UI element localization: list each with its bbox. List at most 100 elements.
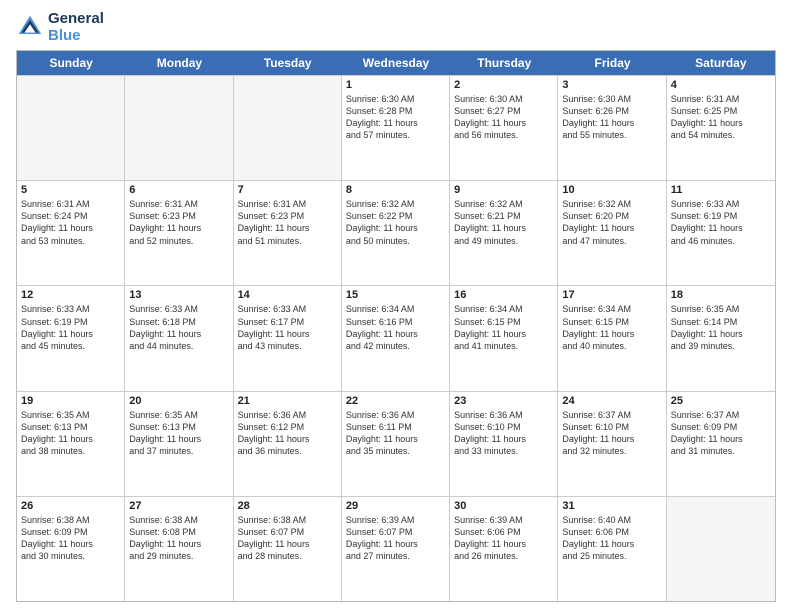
cal-cell bbox=[667, 497, 775, 601]
day-info: Sunrise: 6:35 AM Sunset: 6:13 PM Dayligh… bbox=[21, 409, 120, 458]
day-number: 12 bbox=[21, 289, 120, 301]
logo-icon bbox=[16, 13, 44, 41]
header-day-monday: Monday bbox=[125, 51, 233, 75]
cal-cell: 21 Sunrise: 6:36 AM Sunset: 6:12 PM Dayli… bbox=[234, 392, 342, 496]
calendar-body: 1 Sunrise: 6:30 AM Sunset: 6:28 PM Daylig… bbox=[17, 75, 775, 601]
cal-cell: 24 Sunrise: 6:37 AM Sunset: 6:10 PM Dayli… bbox=[558, 392, 666, 496]
cal-cell: 25 Sunrise: 6:37 AM Sunset: 6:09 PM Dayli… bbox=[667, 392, 775, 496]
day-number: 29 bbox=[346, 500, 445, 512]
day-number: 21 bbox=[238, 395, 337, 407]
day-number: 7 bbox=[238, 184, 337, 196]
cal-cell: 28 Sunrise: 6:38 AM Sunset: 6:07 PM Dayli… bbox=[234, 497, 342, 601]
cal-cell: 31 Sunrise: 6:40 AM Sunset: 6:06 PM Dayli… bbox=[558, 497, 666, 601]
day-info: Sunrise: 6:31 AM Sunset: 6:25 PM Dayligh… bbox=[671, 93, 771, 142]
logo: General Blue bbox=[16, 10, 104, 44]
day-number: 5 bbox=[21, 184, 120, 196]
cal-cell: 5 Sunrise: 6:31 AM Sunset: 6:24 PM Daylig… bbox=[17, 181, 125, 285]
cal-cell: 27Sunrise: 6:38 AM Sunset: 6:08 PM Dayli… bbox=[125, 497, 233, 601]
day-number: 13 bbox=[129, 289, 228, 301]
day-info: Sunrise: 6:31 AM Sunset: 6:23 PM Dayligh… bbox=[238, 198, 337, 247]
day-number: 25 bbox=[671, 395, 771, 407]
cal-cell: 15Sunrise: 6:34 AM Sunset: 6:16 PM Dayli… bbox=[342, 286, 450, 390]
day-info: Sunrise: 6:31 AM Sunset: 6:24 PM Dayligh… bbox=[21, 198, 120, 247]
day-info: Sunrise: 6:38 AM Sunset: 6:09 PM Dayligh… bbox=[21, 514, 120, 563]
cal-cell: 1 Sunrise: 6:30 AM Sunset: 6:28 PM Daylig… bbox=[342, 76, 450, 180]
header-day-friday: Friday bbox=[558, 51, 666, 75]
cal-cell: 30 Sunrise: 6:39 AM Sunset: 6:06 PM Dayli… bbox=[450, 497, 558, 601]
cal-cell: 20Sunrise: 6:35 AM Sunset: 6:13 PM Dayli… bbox=[125, 392, 233, 496]
day-number: 15 bbox=[346, 289, 445, 301]
cal-cell: 10 Sunrise: 6:32 AM Sunset: 6:20 PM Dayli… bbox=[558, 181, 666, 285]
day-info: Sunrise: 6:39 AM Sunset: 6:07 PM Dayligh… bbox=[346, 514, 445, 563]
day-number: 6 bbox=[129, 184, 228, 196]
day-number: 9 bbox=[454, 184, 553, 196]
cal-cell: 18 Sunrise: 6:35 AM Sunset: 6:14 PM Dayli… bbox=[667, 286, 775, 390]
day-info: Sunrise: 6:36 AM Sunset: 6:12 PM Dayligh… bbox=[238, 409, 337, 458]
header-day-sunday: Sunday bbox=[17, 51, 125, 75]
day-number: 2 bbox=[454, 79, 553, 91]
cal-cell bbox=[17, 76, 125, 180]
day-number: 11 bbox=[671, 184, 771, 196]
cal-cell: 13 Sunrise: 6:33 AM Sunset: 6:18 PM Dayli… bbox=[125, 286, 233, 390]
day-info: Sunrise: 6:35 AM Sunset: 6:14 PM Dayligh… bbox=[671, 303, 771, 352]
day-info: Sunrise: 6:34 AM Sunset: 6:15 PM Dayligh… bbox=[562, 303, 661, 352]
day-info: Sunrise: 6:38 AM Sunset: 6:07 PM Dayligh… bbox=[238, 514, 337, 563]
day-number: 28 bbox=[238, 500, 337, 512]
header-day-thursday: Thursday bbox=[450, 51, 558, 75]
cal-cell: 14Sunrise: 6:33 AM Sunset: 6:17 PM Dayli… bbox=[234, 286, 342, 390]
cal-cell: 12Sunrise: 6:33 AM Sunset: 6:19 PM Dayli… bbox=[17, 286, 125, 390]
logo-text: General Blue bbox=[48, 10, 104, 44]
cal-cell: 7 Sunrise: 6:31 AM Sunset: 6:23 PM Daylig… bbox=[234, 181, 342, 285]
week-row-3: 12Sunrise: 6:33 AM Sunset: 6:19 PM Dayli… bbox=[17, 285, 775, 390]
day-info: Sunrise: 6:32 AM Sunset: 6:20 PM Dayligh… bbox=[562, 198, 661, 247]
cal-cell bbox=[234, 76, 342, 180]
day-info: Sunrise: 6:33 AM Sunset: 6:17 PM Dayligh… bbox=[238, 303, 337, 352]
day-info: Sunrise: 6:39 AM Sunset: 6:06 PM Dayligh… bbox=[454, 514, 553, 563]
day-info: Sunrise: 6:30 AM Sunset: 6:28 PM Dayligh… bbox=[346, 93, 445, 142]
cal-cell: 19 Sunrise: 6:35 AM Sunset: 6:13 PM Dayli… bbox=[17, 392, 125, 496]
cal-cell: 11 Sunrise: 6:33 AM Sunset: 6:19 PM Dayli… bbox=[667, 181, 775, 285]
day-number: 23 bbox=[454, 395, 553, 407]
day-info: Sunrise: 6:37 AM Sunset: 6:09 PM Dayligh… bbox=[671, 409, 771, 458]
cal-cell: 22Sunrise: 6:36 AM Sunset: 6:11 PM Dayli… bbox=[342, 392, 450, 496]
day-number: 24 bbox=[562, 395, 661, 407]
day-info: Sunrise: 6:36 AM Sunset: 6:11 PM Dayligh… bbox=[346, 409, 445, 458]
week-row-1: 1 Sunrise: 6:30 AM Sunset: 6:28 PM Daylig… bbox=[17, 75, 775, 180]
header-day-tuesday: Tuesday bbox=[234, 51, 342, 75]
day-number: 26 bbox=[21, 500, 120, 512]
week-row-2: 5 Sunrise: 6:31 AM Sunset: 6:24 PM Daylig… bbox=[17, 180, 775, 285]
cal-cell: 4 Sunrise: 6:31 AM Sunset: 6:25 PM Daylig… bbox=[667, 76, 775, 180]
day-info: Sunrise: 6:37 AM Sunset: 6:10 PM Dayligh… bbox=[562, 409, 661, 458]
day-info: Sunrise: 6:34 AM Sunset: 6:15 PM Dayligh… bbox=[454, 303, 553, 352]
week-row-5: 26 Sunrise: 6:38 AM Sunset: 6:09 PM Dayli… bbox=[17, 496, 775, 601]
cal-cell: 3Sunrise: 6:30 AM Sunset: 6:26 PM Daylig… bbox=[558, 76, 666, 180]
header-day-wednesday: Wednesday bbox=[342, 51, 450, 75]
header-day-saturday: Saturday bbox=[667, 51, 775, 75]
day-info: Sunrise: 6:33 AM Sunset: 6:19 PM Dayligh… bbox=[671, 198, 771, 247]
day-number: 3 bbox=[562, 79, 661, 91]
day-number: 4 bbox=[671, 79, 771, 91]
day-number: 18 bbox=[671, 289, 771, 301]
cal-cell: 23 Sunrise: 6:36 AM Sunset: 6:10 PM Dayli… bbox=[450, 392, 558, 496]
day-number: 31 bbox=[562, 500, 661, 512]
day-info: Sunrise: 6:36 AM Sunset: 6:10 PM Dayligh… bbox=[454, 409, 553, 458]
cal-cell: 6Sunrise: 6:31 AM Sunset: 6:23 PM Daylig… bbox=[125, 181, 233, 285]
day-number: 10 bbox=[562, 184, 661, 196]
day-info: Sunrise: 6:40 AM Sunset: 6:06 PM Dayligh… bbox=[562, 514, 661, 563]
day-info: Sunrise: 6:32 AM Sunset: 6:21 PM Dayligh… bbox=[454, 198, 553, 247]
day-number: 1 bbox=[346, 79, 445, 91]
day-number: 16 bbox=[454, 289, 553, 301]
week-row-4: 19 Sunrise: 6:35 AM Sunset: 6:13 PM Dayli… bbox=[17, 391, 775, 496]
cal-cell: 29 Sunrise: 6:39 AM Sunset: 6:07 PM Dayli… bbox=[342, 497, 450, 601]
day-info: Sunrise: 6:33 AM Sunset: 6:18 PM Dayligh… bbox=[129, 303, 228, 352]
day-number: 17 bbox=[562, 289, 661, 301]
cal-cell: 2Sunrise: 6:30 AM Sunset: 6:27 PM Daylig… bbox=[450, 76, 558, 180]
cal-cell bbox=[125, 76, 233, 180]
header: General Blue bbox=[16, 10, 776, 44]
day-number: 8 bbox=[346, 184, 445, 196]
calendar: SundayMondayTuesdayWednesdayThursdayFrid… bbox=[16, 50, 776, 602]
day-info: Sunrise: 6:35 AM Sunset: 6:13 PM Dayligh… bbox=[129, 409, 228, 458]
cal-cell: 9 Sunrise: 6:32 AM Sunset: 6:21 PM Daylig… bbox=[450, 181, 558, 285]
day-number: 19 bbox=[21, 395, 120, 407]
day-number: 30 bbox=[454, 500, 553, 512]
